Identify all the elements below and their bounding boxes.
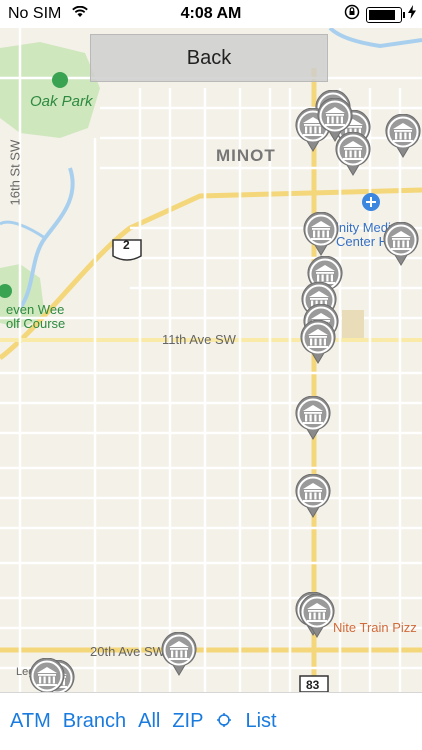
all-filter-button[interactable]: All [138, 710, 160, 733]
bank-icon [29, 658, 65, 692]
atm-filter-button[interactable]: ATM [10, 710, 51, 733]
bank-icon [161, 632, 197, 676]
bottom-toolbar: ATM Branch All ZIP List [0, 692, 422, 750]
bank-pin[interactable] [28, 658, 66, 692]
rotation-lock-icon [344, 4, 360, 25]
street-label-16th: 16th St SW [7, 139, 23, 206]
map-view[interactable]: Oak Park MINOT 16th St SW 11th Ave SW 20… [0, 28, 422, 692]
bank-icon [385, 114, 421, 158]
bank-icon [317, 98, 353, 142]
charging-icon [408, 5, 416, 24]
battery-icon [366, 6, 405, 23]
route-83-shield: 83 [306, 678, 320, 692]
city-label: MINOT [216, 146, 276, 165]
golf-label-2: olf Course [6, 316, 66, 331]
bank-pin[interactable] [382, 222, 420, 266]
status-bar: No SIM 4:08 AM [0, 0, 422, 28]
bank-pin[interactable] [294, 396, 332, 440]
status-right [344, 4, 416, 25]
bank-pin[interactable] [316, 98, 354, 142]
park-label: Oak Park [30, 93, 93, 110]
bank-icon [383, 222, 419, 266]
bank-icon [295, 474, 331, 518]
bank-icon [299, 594, 335, 638]
bank-pin[interactable] [302, 212, 340, 256]
route-2-shield: 2 [123, 238, 130, 252]
bank-pin[interactable] [160, 632, 198, 676]
bank-pin[interactable] [294, 474, 332, 518]
bank-icon [300, 320, 336, 364]
pizza-label: Nite Train Pizz [333, 620, 417, 635]
crosshair-icon[interactable] [217, 711, 232, 732]
street-label-11th: 11th Ave SW [162, 332, 236, 347]
bank-icon [295, 396, 331, 440]
zip-search-button[interactable]: ZIP [172, 710, 203, 733]
street-label-20th: 20th Ave SW [90, 644, 165, 659]
bank-pin[interactable] [299, 320, 337, 364]
bank-pin[interactable] [384, 114, 422, 158]
back-button[interactable]: Back [90, 34, 328, 82]
bank-pin[interactable] [298, 594, 336, 638]
branch-filter-button[interactable]: Branch [63, 710, 126, 733]
golf-label-1: even Wee [6, 302, 65, 317]
list-view-button[interactable]: List [245, 710, 276, 733]
bank-icon [303, 212, 339, 256]
